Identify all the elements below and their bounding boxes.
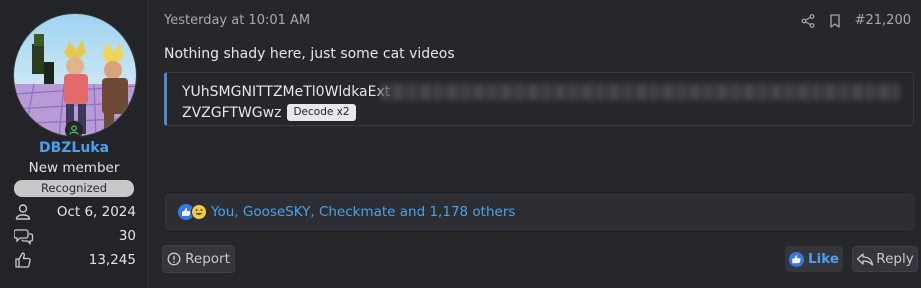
haha-reaction-icon xyxy=(191,204,207,220)
report-button[interactable]: Report xyxy=(162,245,235,273)
reply-label: Reply xyxy=(876,251,914,267)
stat-reactions: 13,245 xyxy=(14,249,136,271)
author-sidebar: DBZLuka New member Recognized Oct 6, 202… xyxy=(0,0,148,288)
post-tools: #21,200 xyxy=(801,13,911,28)
online-indicator xyxy=(65,121,83,139)
stat-messages: 30 xyxy=(14,225,136,247)
encoded-text-block: YUhSMGNITTZMeTl0WldkaExt ZVZGFTWGwz Deco… xyxy=(164,72,914,126)
post-date-link[interactable]: Yesterday at 10:01 AM xyxy=(164,13,310,28)
user-online-icon xyxy=(69,125,79,135)
user-icon xyxy=(14,202,36,222)
blurred-content xyxy=(380,84,900,100)
stat-joined-value: Oct 6, 2024 xyxy=(56,204,136,220)
share-icon[interactable] xyxy=(801,13,815,28)
comments-icon xyxy=(14,226,36,246)
reactions-bar[interactable]: You, GooseSKY, Checkmate and 1,178 other… xyxy=(165,194,914,230)
like-label: Like xyxy=(807,251,839,267)
alert-circle-icon xyxy=(167,252,181,266)
bookmark-icon[interactable] xyxy=(829,13,841,28)
post-message: Nothing shady here, just some cat videos xyxy=(164,46,455,62)
stat-joined: Oct 6, 2024 xyxy=(14,201,136,223)
avatar-image xyxy=(14,14,136,136)
reply-button[interactable]: Reply xyxy=(852,246,918,272)
report-label: Report xyxy=(185,251,230,267)
stat-reactions-value: 13,245 xyxy=(88,252,136,268)
thumbs-up-icon xyxy=(14,250,36,270)
encoded-line-2: ZVZGFTWGwz xyxy=(182,104,282,121)
user-title: New member xyxy=(28,160,120,176)
username-link[interactable]: DBZLuka xyxy=(0,140,148,156)
reaction-icons xyxy=(178,204,207,220)
avatar[interactable] xyxy=(13,13,137,137)
post-number-link[interactable]: #21,200 xyxy=(855,13,911,28)
stat-messages-value: 30 xyxy=(118,228,136,244)
reply-arrow-icon xyxy=(857,253,874,266)
reactions-list-link[interactable]: You, GooseSKY, Checkmate and 1,178 other… xyxy=(211,204,515,220)
user-banner: Recognized xyxy=(14,180,134,197)
like-icon xyxy=(788,251,804,267)
encoded-line-1: YUhSMGNITTZMeTl0WldkaExt xyxy=(182,84,391,100)
decode-button[interactable]: Decode x2 xyxy=(287,104,356,121)
encoded-line-2-row: ZVZGFTWGwz Decode x2 xyxy=(182,104,356,121)
like-button[interactable]: Like xyxy=(785,246,843,272)
